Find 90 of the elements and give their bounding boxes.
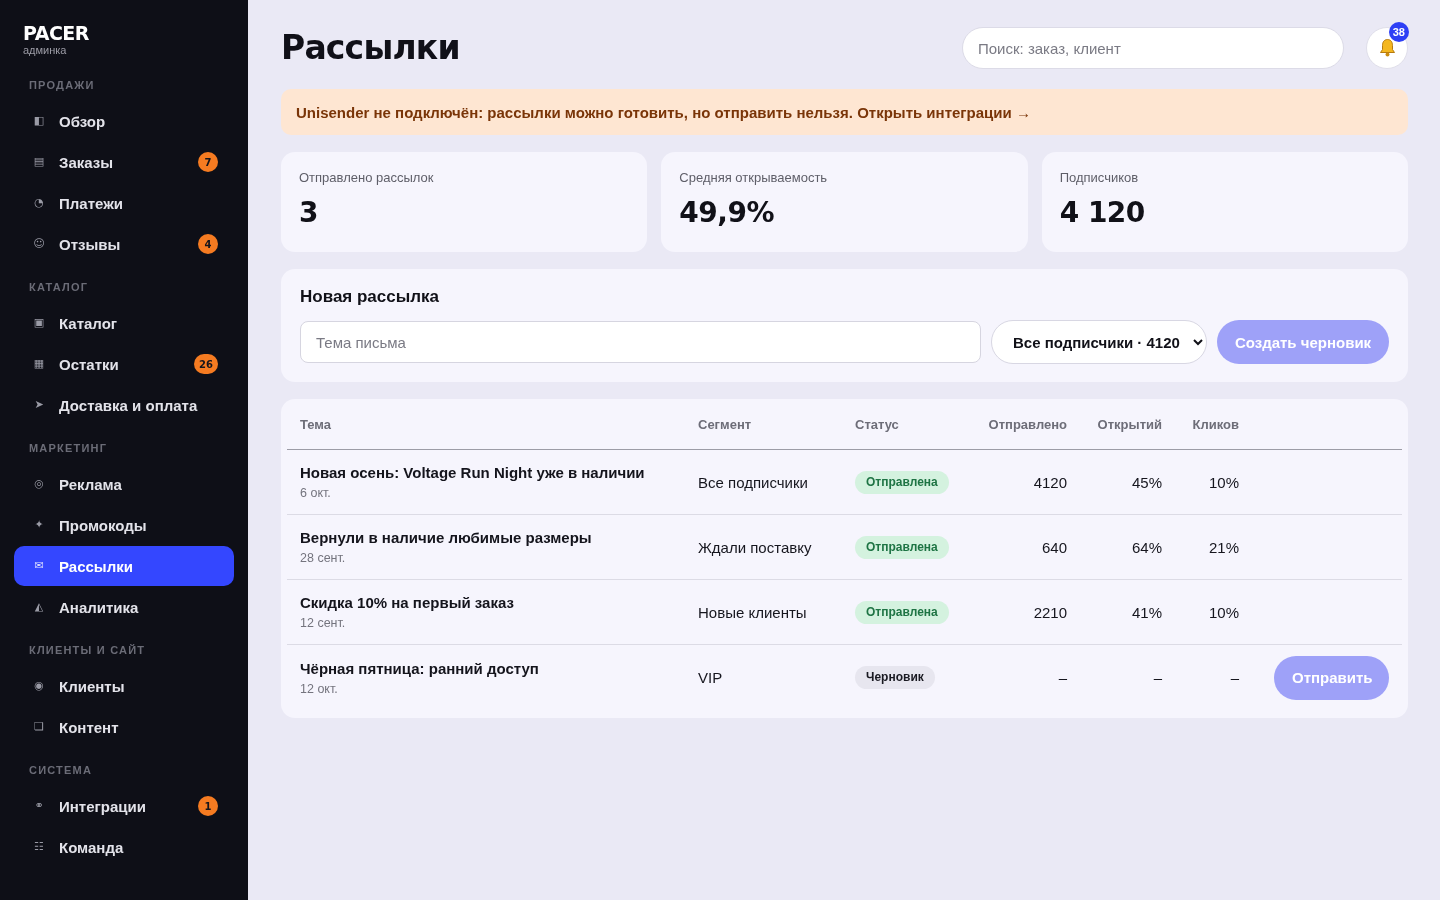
warning-message: Unisender не подключён: рассылки можно готовить, но отправить нельзя. Открыть интеграции → bbox=[296, 103, 1031, 121]
segment-select[interactable]: Все подписчики · 4120 bbox=[991, 320, 1207, 364]
click-rate: – bbox=[1230, 669, 1239, 686]
status-tag: Отправлена bbox=[855, 470, 949, 494]
open-rate: 41% bbox=[1131, 603, 1162, 621]
half-square-icon: ◧ bbox=[33, 115, 45, 127]
sidebar-item[interactable]: ☷ Команда bbox=[14, 827, 234, 867]
open-rate: 64% bbox=[1131, 538, 1162, 556]
sidebar-item[interactable]: ✦ Промокоды bbox=[14, 505, 234, 545]
column-header: Открытий bbox=[1097, 416, 1162, 432]
segment-text: Все подписчики bbox=[698, 473, 808, 491]
sidebar-item[interactable]: ◭ Аналитика bbox=[14, 587, 234, 627]
brand-logo: PACER bbox=[23, 22, 89, 44]
column-header: Сегмент bbox=[698, 416, 752, 432]
search-field[interactable]: Поиск: заказ, клиент bbox=[962, 27, 1344, 69]
section-heading: КАТАЛОГ bbox=[29, 280, 89, 295]
square-icon: ▣ bbox=[33, 317, 45, 329]
pie-icon: ◔ bbox=[34, 197, 44, 209]
segment-text: Ждали поставку bbox=[698, 538, 812, 556]
open-rate: – bbox=[1153, 669, 1162, 686]
segment-text: VIP bbox=[698, 669, 723, 686]
segment-text: Новые клиенты bbox=[698, 603, 807, 621]
mailing-subject: Вернули в наличие любимые размеры bbox=[300, 528, 592, 547]
sidebar-item[interactable]: ▣ Каталог bbox=[14, 303, 234, 343]
sidebar-item[interactable]: ◔ Платежи bbox=[14, 183, 234, 223]
status-tag: Черновик bbox=[855, 666, 935, 689]
open-rate: 45% bbox=[1131, 473, 1162, 491]
sidebar-item[interactable]: ✉ Рассылки bbox=[14, 546, 234, 586]
section-heading: МАРКЕТИНГ bbox=[29, 441, 108, 456]
rings-icon: ⚭ bbox=[34, 800, 44, 812]
section-heading: ПРОДАЖИ bbox=[29, 78, 95, 93]
stat-value: 3 bbox=[299, 196, 318, 230]
column-header: Тема bbox=[300, 416, 332, 432]
stat-label: Отправлено рассылок bbox=[299, 170, 434, 186]
stat-value: 4 120 bbox=[1059, 196, 1145, 230]
count-badge: 26 bbox=[194, 354, 218, 374]
sent-count: 640 bbox=[1041, 538, 1067, 556]
count-badge: 1 bbox=[198, 796, 218, 816]
sidebar-item[interactable]: ⚭ Интеграции 1 bbox=[14, 786, 234, 826]
sidebar-item[interactable]: ◧ Обзор bbox=[14, 101, 234, 141]
count-badge: 4 bbox=[198, 234, 218, 254]
count-badge: 7 bbox=[198, 152, 218, 172]
sidebar-item[interactable]: ☺ Отзывы 4 bbox=[14, 224, 234, 264]
ring-icon: ◎ bbox=[34, 478, 44, 490]
subject-field[interactable]: Тема письма bbox=[300, 321, 981, 363]
page-icon: ❏ bbox=[34, 721, 44, 733]
column-header: Статус bbox=[855, 416, 899, 432]
section-heading: КЛИЕНТЫ И САЙТ bbox=[29, 643, 146, 658]
envelope-icon: ✉ bbox=[34, 560, 44, 572]
sidebar-item[interactable]: ➤ Доставка и оплата bbox=[14, 385, 234, 425]
integrations-link[interactable]: Открыть интеграции → bbox=[857, 103, 1031, 121]
stat-label: Средняя открываемость bbox=[679, 170, 828, 186]
sidebar-item[interactable]: ❏ Контент bbox=[14, 707, 234, 747]
bell-icon bbox=[1379, 39, 1395, 57]
mailing-subject: Новая осень: Voltage Run Night уже в наличии bbox=[300, 463, 645, 482]
stat-label: Подписчиков bbox=[1059, 170, 1139, 186]
page-title: Рассылки bbox=[281, 28, 460, 68]
arrow-icon: ➤ bbox=[34, 399, 44, 411]
triangle-icon: ◭ bbox=[34, 601, 44, 613]
mailing-subject: Скидка 10% на первый заказ bbox=[300, 593, 514, 612]
mailing-subject: Чёрная пятница: ранний доступ bbox=[300, 658, 539, 678]
section-heading: СИСТЕМА bbox=[29, 763, 93, 778]
dot-icon: ◉ bbox=[34, 680, 44, 692]
smiley-icon: ☺ bbox=[33, 238, 45, 250]
stat-value: 49,9% bbox=[679, 196, 774, 230]
click-rate: 10% bbox=[1208, 603, 1239, 621]
mailing-date: 6 окт. bbox=[300, 485, 331, 501]
sidebar-item[interactable]: ▦ Остатки 26 bbox=[14, 344, 234, 384]
click-rate: 10% bbox=[1208, 473, 1239, 491]
column-header: Кликов bbox=[1192, 416, 1239, 432]
card-title: Новая рассылка bbox=[300, 287, 439, 307]
status-tag: Отправлена bbox=[855, 600, 949, 624]
sent-count: 2210 bbox=[1033, 603, 1067, 621]
column-header: Отправлено bbox=[988, 416, 1067, 432]
sidebar-item[interactable]: ◉ Клиенты bbox=[14, 666, 234, 706]
mailing-date: 12 окт. bbox=[300, 680, 338, 697]
sidebar-item[interactable]: ◎ Реклама bbox=[14, 464, 234, 504]
sent-count: – bbox=[1058, 669, 1067, 686]
sent-count: 4120 bbox=[1033, 473, 1067, 491]
mailing-date: 12 сент. bbox=[300, 615, 346, 631]
notification-count: 38 bbox=[1388, 22, 1409, 42]
mailing-date: 28 сент. bbox=[300, 550, 346, 566]
sidebar-item[interactable]: ▤ Заказы 7 bbox=[14, 142, 234, 182]
status-tag: Отправлена bbox=[855, 535, 949, 559]
brand-subtitle: админка bbox=[23, 44, 67, 57]
bars-icon: ☷ bbox=[34, 841, 44, 853]
sparkle-icon: ✦ bbox=[34, 519, 44, 531]
list-icon: ▤ bbox=[33, 156, 45, 168]
grid-icon: ▦ bbox=[33, 358, 45, 370]
click-rate: 21% bbox=[1208, 538, 1239, 556]
